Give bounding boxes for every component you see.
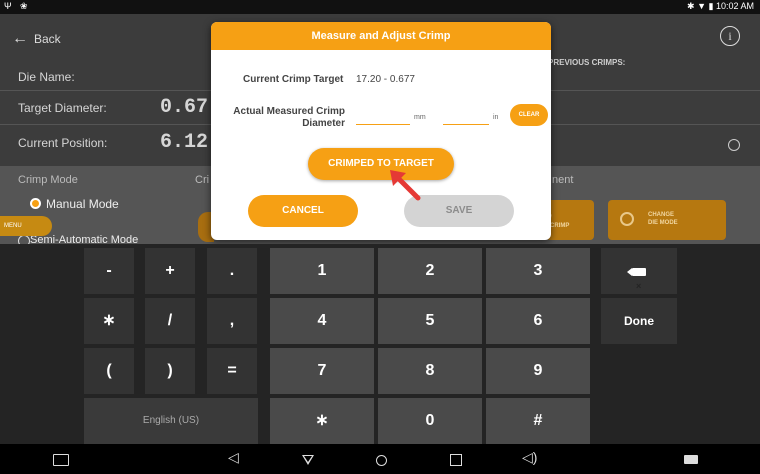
key-plus[interactable]: +: [145, 248, 195, 294]
refresh-icon[interactable]: [728, 139, 740, 151]
section-title-partial: Cri: [195, 174, 210, 186]
key-6[interactable]: 6: [486, 298, 590, 344]
crimp-mode-title: Crimp Mode: [18, 174, 78, 186]
key-comma[interactable]: ,: [207, 298, 257, 344]
done-key[interactable]: Done: [601, 298, 677, 344]
inch-unit-label: in: [493, 114, 499, 121]
target-diameter-label: Target Diameter:: [18, 101, 107, 115]
key-period[interactable]: .: [207, 248, 257, 294]
screenshot-icon[interactable]: [53, 454, 69, 466]
key-star[interactable]: ∗: [270, 398, 374, 444]
dialog-title: Measure and Adjust Crimp: [211, 22, 551, 50]
manual-mode-radio[interactable]: [30, 198, 41, 209]
home-nav-icon[interactable]: [376, 455, 387, 466]
info-icon[interactable]: i: [720, 26, 740, 46]
target-diameter-value: 0.67: [160, 96, 209, 119]
annotation-arrow-icon: [390, 170, 421, 201]
menu-tab[interactable]: MENU: [0, 216, 52, 236]
volume-up-icon[interactable]: ◁): [522, 449, 537, 466]
previous-crimps-label: PREVIOUS CRIMPS:: [548, 58, 626, 67]
manual-mode-label: Manual Mode: [46, 197, 119, 211]
back-button[interactable]: ← Back: [12, 30, 61, 48]
key-minus[interactable]: -: [84, 248, 134, 294]
key-7[interactable]: 7: [270, 348, 374, 394]
crimped-to-target-button[interactable]: CRIMPED TO TARGET: [308, 148, 454, 180]
measure-adjust-dialog: Measure and Adjust Crimp Current Crimp T…: [211, 22, 551, 240]
cancel-button[interactable]: CANCEL: [248, 195, 358, 227]
key-hash[interactable]: #: [486, 398, 590, 444]
change-die-mode-button[interactable]: CHANGE DIE MODE: [608, 200, 726, 240]
change-die-mode-label: CHANGE DIE MODE: [648, 212, 678, 226]
key-close-paren[interactable]: ): [145, 348, 195, 394]
inch-input[interactable]: [443, 110, 489, 125]
key-5[interactable]: 5: [378, 298, 482, 344]
wifi-icon: ▼: [697, 1, 706, 11]
key-slash[interactable]: /: [145, 298, 195, 344]
back-nav-icon[interactable]: [302, 455, 314, 465]
actual-diameter-label: Actual Measured Crimp Diameter: [233, 106, 345, 129]
key-asterisk[interactable]: ∗: [84, 298, 134, 344]
volume-down-icon[interactable]: ◁: [228, 449, 239, 466]
recents-nav-icon[interactable]: [450, 454, 462, 466]
back-arrow-icon: ←: [12, 30, 28, 47]
bluetooth-icon: ✱: [687, 1, 695, 11]
clock-text: 10:02 AM: [715, 1, 754, 11]
backspace-icon: [627, 263, 646, 309]
android-nav-bar: ◁ ◁): [0, 444, 760, 474]
mm-unit-label: mm: [414, 114, 426, 121]
current-target-label: Current Crimp Target: [243, 74, 344, 85]
language-space-key[interactable]: English (US): [84, 398, 258, 444]
battery-icon: ▮: [708, 1, 714, 11]
clear-button[interactable]: CLEAR: [510, 104, 548, 126]
status-bar: Ψ ❀ ✱ ▼ ▮ 10:02 AM: [0, 0, 760, 14]
back-label: Back: [34, 32, 61, 46]
status-left-icons: Ψ ❀: [4, 1, 31, 11]
mm-input[interactable]: [356, 110, 410, 125]
key-3[interactable]: 3: [486, 248, 590, 294]
gear-icon: [620, 212, 634, 226]
backspace-key[interactable]: [601, 248, 677, 309]
crimp-button-label: / CRIMP: [550, 215, 570, 229]
key-open-paren[interactable]: (: [84, 348, 134, 394]
key-4[interactable]: 4: [270, 298, 374, 344]
numeric-keyboard: - + . 1 2 3 ∗ / , 4 5 6 Done ( ) = 7 8 9…: [0, 244, 760, 444]
key-2[interactable]: 2: [378, 248, 482, 294]
current-position-label: Current Position:: [18, 136, 108, 150]
current-position-value: 6.12: [160, 131, 209, 154]
key-9[interactable]: 9: [486, 348, 590, 394]
key-8[interactable]: 8: [378, 348, 482, 394]
key-0[interactable]: 0: [378, 398, 482, 444]
key-1[interactable]: 1: [270, 248, 374, 294]
current-target-value: 17.20 - 0.677: [356, 74, 415, 85]
die-name-label: Die Name:: [18, 70, 75, 84]
section-title-partial: nent: [552, 174, 574, 186]
keyboard-icon[interactable]: [684, 455, 698, 464]
key-equals[interactable]: =: [207, 348, 257, 394]
status-time: ✱ ▼ ▮ 10:02 AM: [687, 1, 754, 12]
crimp-button[interactable]: / CRIMP: [546, 200, 594, 240]
